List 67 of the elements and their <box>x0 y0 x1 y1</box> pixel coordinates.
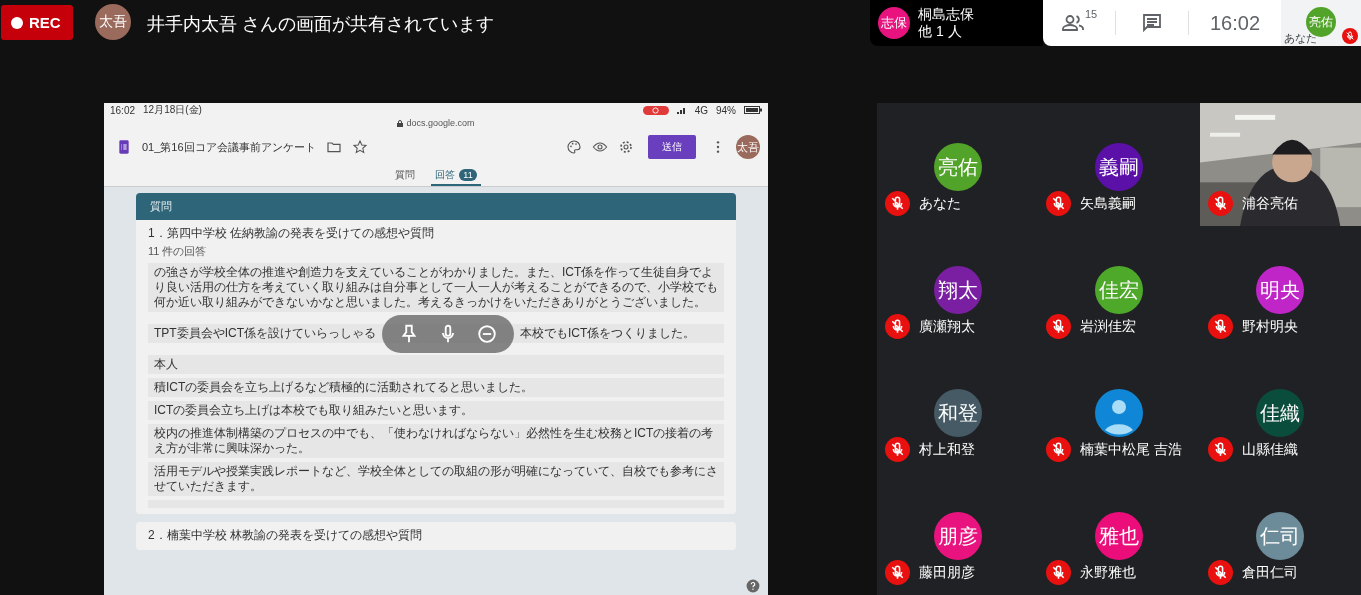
lock-icon <box>397 119 404 127</box>
response-count-badge: 11 <box>459 168 477 181</box>
participant-name: 野村明央 <box>1241 317 1298 336</box>
participant-name: あなた <box>919 194 961 213</box>
avatar: 亮佑 <box>933 143 982 191</box>
avatar: 仁司 <box>1256 512 1305 560</box>
help-icon[interactable] <box>746 579 760 593</box>
response-text: TPT委員会やICT係を設けていらっしゃる <box>154 326 376 341</box>
avatar: 雅也 <box>1095 512 1143 560</box>
network-type: 4G <box>694 104 708 116</box>
battery-icon <box>744 106 762 114</box>
avatar: 佳宏 <box>1095 266 1143 314</box>
send-button[interactable]: 送信 <box>648 135 696 159</box>
form-tab[interactable]: 質問 <box>391 165 420 186</box>
avatar: 義嗣 <box>1095 143 1143 191</box>
response-text: 校内の推進体制構築のプロセスの中でも、「使わなければならない」必然性を生む校務とICTの接着の考え方が非常に興味深かった。 <box>148 424 724 458</box>
settings-icon[interactable] <box>618 139 634 155</box>
response-text: 本人 <box>148 355 724 374</box>
chat-icon <box>1140 11 1164 35</box>
question-title: 2．楠葉中学校 林教諭の発表を受けての感想や質問 <box>148 527 423 544</box>
participant-name: 岩渕佳宏 <box>1080 317 1137 336</box>
status-date: 12月18日(金) <box>143 103 202 117</box>
speaker-avatar: 志保 <box>878 7 910 39</box>
palette-icon[interactable] <box>566 139 582 155</box>
participant-name: 廣瀬翔太 <box>919 317 975 336</box>
participant-name: 矢島義嗣 <box>1080 194 1137 213</box>
speaker-name: 桐島志保 <box>918 6 974 23</box>
avatar: 朋彦 <box>933 512 982 560</box>
response-text: の強さが学校全体の推進や創造力を支えていることがわかりました。また、ICT係を作って生徒自身でより良い活用の仕方を考えていく取り組みは自分事として一人一人が考えることができるので、小学校でも何か近い取り組みができないかなと思いました。考えるきっかけをいただきありがとうございました。 <box>148 263 724 312</box>
participant-name: 倉田仁司 <box>1241 563 1298 582</box>
speaker-others: 他 1 人 <box>918 23 963 40</box>
star-icon[interactable] <box>351 139 368 155</box>
forms-logo-icon <box>116 139 132 155</box>
eye-icon[interactable] <box>592 139 608 155</box>
participants-button[interactable]: 15 <box>1043 11 1115 35</box>
response-count: 11 件の回答 <box>148 244 208 259</box>
response-text: 本校でもICT係をつくりました。 <box>520 326 696 341</box>
signal-icon <box>676 106 687 114</box>
recording-indicator-icon <box>642 105 669 115</box>
response-text: 活用モデルや授業実践レポートなど、学校全体としての取組の形が明確になっていて、自校でも参考にさせていただきます。 <box>148 462 724 496</box>
person-avatar-icon <box>1095 389 1143 437</box>
participant-name: 山縣佳織 <box>1241 440 1298 459</box>
presentation-message: 井手内太吾 さんの画面が共有されています <box>147 13 494 36</box>
question-title: 1．第四中学校 佐納教諭の発表を受けての感想や質問 <box>148 225 435 242</box>
presenter-avatar: 太吾 <box>95 4 131 40</box>
participant-name: 浦谷亮佑 <box>1241 194 1298 213</box>
response-text: ICTの委員会立ち上げは本校でも取り組みたいと思います。 <box>148 401 724 420</box>
form-tab[interactable]: 回答 11 <box>431 165 481 186</box>
status-time: 16:02 <box>110 104 136 116</box>
participant-name: 永野雅也 <box>1080 563 1137 582</box>
page-url: docs.google.com <box>406 118 475 128</box>
avatar: 翔太 <box>933 266 982 314</box>
battery-percent: 94% <box>716 104 736 116</box>
form-title: 01_第16回コア会議事前アンケート <box>142 139 316 155</box>
folder-icon[interactable] <box>325 139 342 155</box>
minus-circle-icon[interactable] <box>475 322 498 345</box>
avatar: 和登 <box>933 389 982 437</box>
clock-time: 16:02 <box>1208 11 1262 35</box>
avatar: 佳織 <box>1256 389 1305 437</box>
avatar: 明央 <box>1256 266 1305 314</box>
response-text: 積ICTの委員会を立ち上げるなど積極的に活動されてると思いました。 <box>148 378 724 397</box>
participant-name: 藤田朋彦 <box>919 563 975 582</box>
section-header: 質問 <box>136 193 736 220</box>
account-avatar[interactable]: 太吾 <box>736 135 760 159</box>
participant-name: 村上和登 <box>919 440 975 459</box>
recording-indicator: REC <box>1 5 73 40</box>
participant-name: 楠葉中松尾 吉浩 <box>1080 440 1183 459</box>
